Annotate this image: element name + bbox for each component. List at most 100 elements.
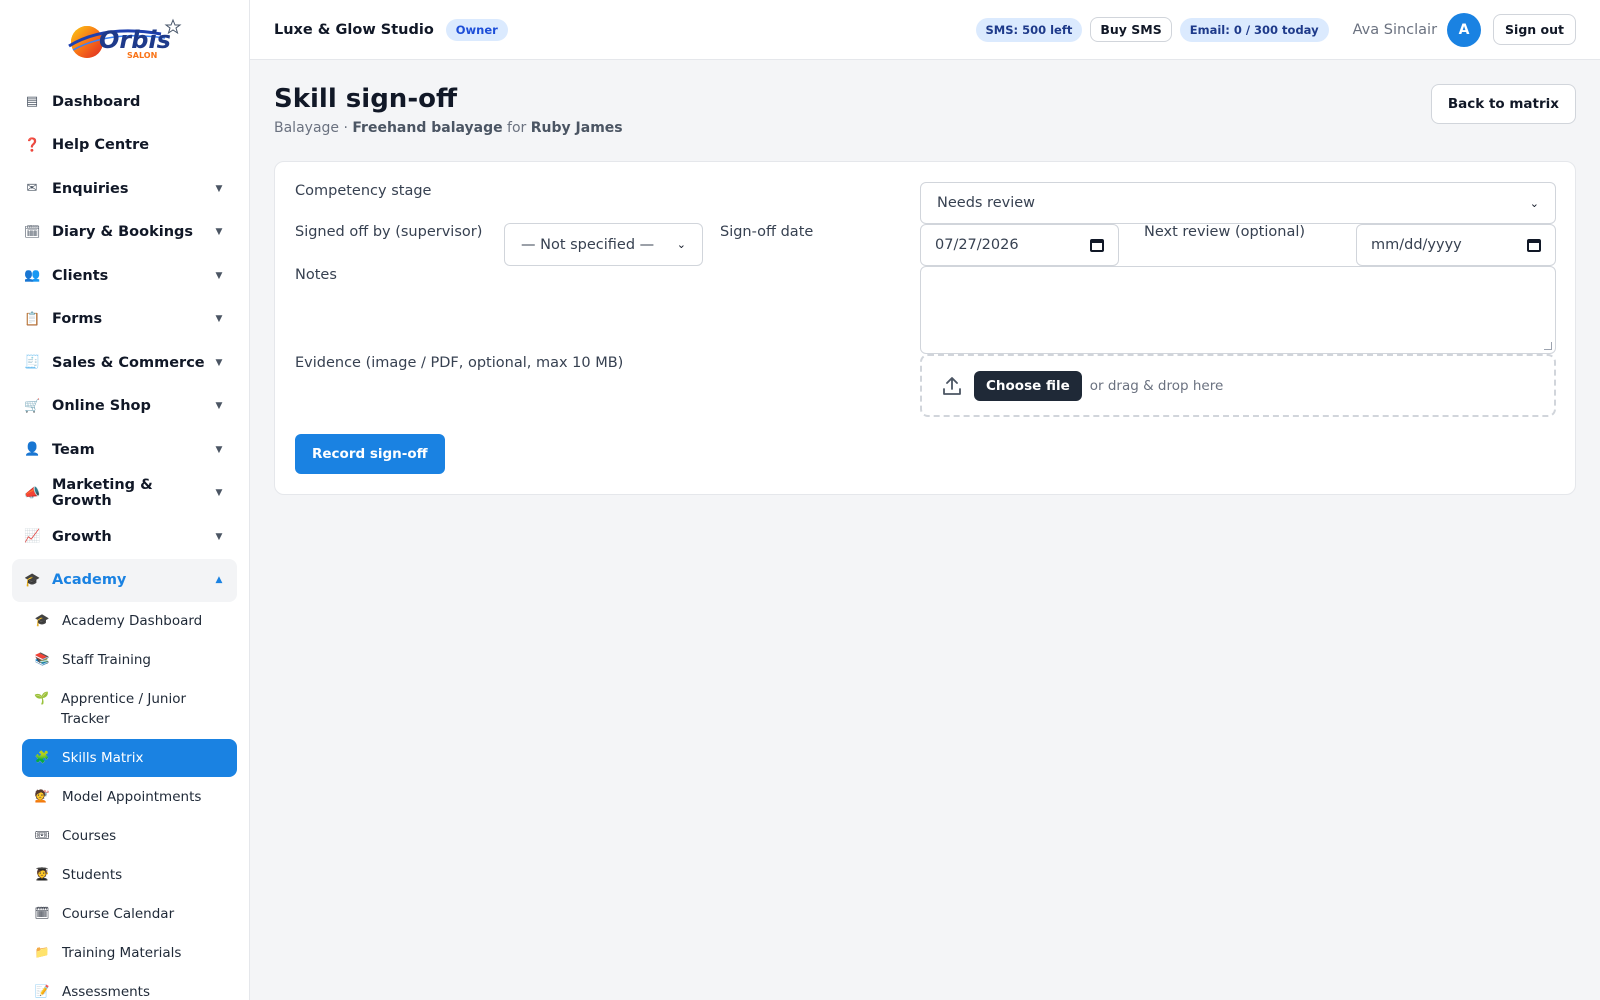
role-badge: Owner — [445, 18, 508, 41]
drag-drop-hint: or drag & drop here — [1089, 377, 1224, 394]
svg-text:SALON: SALON — [127, 51, 157, 60]
sidebar-item-label: Enquiries — [52, 180, 129, 197]
cart-icon: 🛒 — [24, 398, 41, 414]
puzzle-icon: 🧩 — [34, 750, 50, 764]
sidebar-subitem-label: Apprentice / Junior Tracker — [60, 691, 186, 727]
main-content: Skill sign-off Balayage · Freehand balay… — [274, 60, 1576, 495]
seedling-icon: 🌱 — [34, 691, 49, 705]
sign-off-form: Competency stage Needs review ⌄ Signed o… — [274, 161, 1576, 495]
graduation-cap-icon: 🎓 — [34, 613, 50, 627]
sidebar-subitem-students[interactable]: 🧑‍🎓 Students — [22, 856, 237, 894]
sidebar-item-growth[interactable]: 📈 Growth ▼ — [12, 515, 237, 559]
sidebar-item-marketing-growth[interactable]: 📣 Marketing & Growth ▼ — [12, 472, 237, 516]
sidebar-item-forms[interactable]: 📋 Forms ▼ — [12, 298, 237, 342]
sign-out-button[interactable]: Sign out — [1493, 14, 1576, 45]
sidebar-subitem-staff-training[interactable]: 📚 Staff Training — [22, 641, 237, 679]
sidebar-subitem-courses[interactable]: 🎟 Courses — [22, 817, 237, 855]
chevron-down-icon: ▼ — [215, 357, 223, 368]
sign-off-date-input[interactable]: 07/27/2026 — [920, 224, 1119, 266]
sidebar-subitem-training-materials[interactable]: 📁 Training Materials — [22, 934, 237, 972]
sidebar-item-label: Help Centre — [52, 137, 150, 154]
sign-off-date-value: 07/27/2026 — [935, 237, 1019, 253]
sidebar-item-clients[interactable]: 👥 Clients ▼ — [12, 254, 237, 298]
competency-stage-label: Competency stage — [295, 183, 432, 199]
calendar-icon[interactable] — [1527, 238, 1541, 252]
clipboard-icon: 📋 — [24, 311, 41, 327]
sidebar-item-academy[interactable]: 🎓 Academy ▲ — [12, 558, 237, 602]
supervisor-value: — Not specified — — [521, 236, 655, 253]
haircut-icon: 💇 — [34, 789, 50, 803]
skill-category: Balayage — [274, 120, 340, 136]
sidebar-item-dashboard[interactable]: ▤ Dashboard — [12, 80, 237, 124]
student-icon: 🧑‍🎓 — [34, 867, 50, 881]
people-icon: 👥 — [24, 268, 41, 284]
sidebar-item-label: Dashboard — [52, 93, 141, 110]
sidebar-nav: ▤ Dashboard ❓ Help Centre ✉ Enquiries ▼ 🗓 Diary … — [0, 80, 249, 1000]
sidebar-subitem-academy-dashboard[interactable]: 🎓 Academy Dashboard — [22, 602, 237, 640]
competency-stage-value: Needs review — [937, 195, 1036, 211]
chevron-down-icon: ▼ — [215, 531, 223, 542]
chevron-down-icon: ▼ — [215, 270, 223, 281]
evidence-label: Evidence (image / PDF, optional, max 10 … — [295, 355, 624, 371]
chevron-down-icon: ▼ — [215, 401, 223, 412]
sidebar-subitem-assessments[interactable]: 📝 Assessments — [22, 973, 237, 1000]
sidebar-subitem-apprentice-junior-tracker[interactable]: 🌱 Apprentice / Junior Tracker — [22, 680, 237, 738]
sidebar-item-help-centre[interactable]: ❓ Help Centre — [12, 124, 237, 168]
record-sign-off-button[interactable]: Record sign-off — [295, 434, 445, 474]
page-title: Skill sign-off — [274, 84, 458, 114]
buy-sms-button[interactable]: Buy SMS — [1090, 17, 1172, 42]
envelope-icon: ✉ — [26, 181, 38, 197]
notes-textarea[interactable] — [920, 266, 1556, 354]
dashboard-icon: ▤ — [25, 94, 39, 110]
resize-handle-icon[interactable] — [1544, 342, 1552, 350]
sidebar-item-online-shop[interactable]: 🛒 Online Shop ▼ — [12, 385, 237, 429]
sidebar-subitem-label: Academy Dashboard — [62, 613, 203, 629]
supervisor-label: Signed off by (supervisor) — [295, 224, 483, 240]
sidebar-subitem-label: Skills Matrix — [62, 750, 144, 766]
sidebar: Orbis SALON ▤ Dashboard ❓ Help Centre ✉ Enqui… — [0, 0, 250, 1000]
ticket-icon: 🎟 — [34, 828, 50, 842]
sidebar-item-diary-bookings[interactable]: 🗓 Diary & Bookings ▼ — [12, 211, 237, 255]
memo-icon: 📝 — [34, 984, 50, 998]
sidebar-subitem-course-calendar[interactable]: 🗓 Course Calendar — [22, 895, 237, 933]
skill-name: Freehand balayage — [352, 120, 503, 136]
sidebar-subitem-label: Staff Training — [62, 652, 151, 668]
evidence-dropzone[interactable]: Choose file or drag & drop here — [920, 354, 1556, 417]
avatar[interactable]: A — [1447, 12, 1482, 47]
chevron-down-icon: ⌄ — [676, 238, 686, 251]
books-icon: 📚 — [34, 652, 50, 666]
chevron-down-icon: ▼ — [215, 444, 223, 455]
svg-text:Orbis: Orbis — [99, 26, 171, 54]
chevron-down-icon: ⌄ — [1529, 196, 1539, 210]
sidebar-subitem-model-appointments[interactable]: 💇 Model Appointments — [22, 778, 237, 816]
question-icon: ❓ — [24, 137, 41, 153]
sidebar-item-label: Marketing & Growth — [52, 477, 153, 510]
sign-off-date-label: Sign-off date — [720, 224, 814, 240]
receipt-icon: 🧾 — [24, 355, 41, 371]
competency-stage-select[interactable]: Needs review ⌄ — [920, 182, 1556, 224]
sidebar-item-enquiries[interactable]: ✉ Enquiries ▼ — [12, 167, 237, 211]
next-review-date-input[interactable]: mm/dd/yyyy — [1356, 224, 1556, 266]
upload-icon — [943, 376, 961, 395]
chevron-down-icon: ▼ — [215, 183, 223, 194]
sidebar-item-sales-commerce[interactable]: 🧾 Sales & Commerce ▼ — [12, 341, 237, 385]
person-icon: 👤 — [24, 442, 41, 458]
chevron-down-icon: ▼ — [215, 314, 223, 325]
sidebar-subitem-label: Model Appointments — [62, 789, 202, 805]
supervisor-select[interactable]: — Not specified — ⌄ — [504, 223, 703, 266]
page-subtitle: Balayage · Freehand balayage for Ruby Ja… — [274, 120, 1576, 136]
sidebar-subitem-label: Assessments — [62, 984, 151, 1000]
sidebar-subitem-label: Course Calendar — [62, 906, 175, 922]
sidebar-subitem-label: Students — [62, 867, 123, 883]
orbis-salon-logo: Orbis SALON — [67, 18, 181, 60]
sidebar-item-label: Diary & Bookings — [52, 224, 194, 241]
sidebar-item-team[interactable]: 👤 Team ▼ — [12, 428, 237, 472]
sidebar-subitem-skills-matrix[interactable]: 🧩 Skills Matrix — [22, 739, 237, 777]
chevron-up-icon: ▲ — [215, 575, 223, 586]
logo[interactable]: Orbis SALON — [0, 0, 249, 80]
choose-file-button[interactable]: Choose file — [974, 370, 1082, 401]
calendar-icon[interactable] — [1090, 238, 1104, 252]
back-to-matrix-button[interactable]: Back to matrix — [1430, 84, 1576, 124]
studio-name: Luxe & Glow Studio — [274, 21, 434, 38]
sidebar-subitem-label: Courses — [62, 828, 117, 844]
